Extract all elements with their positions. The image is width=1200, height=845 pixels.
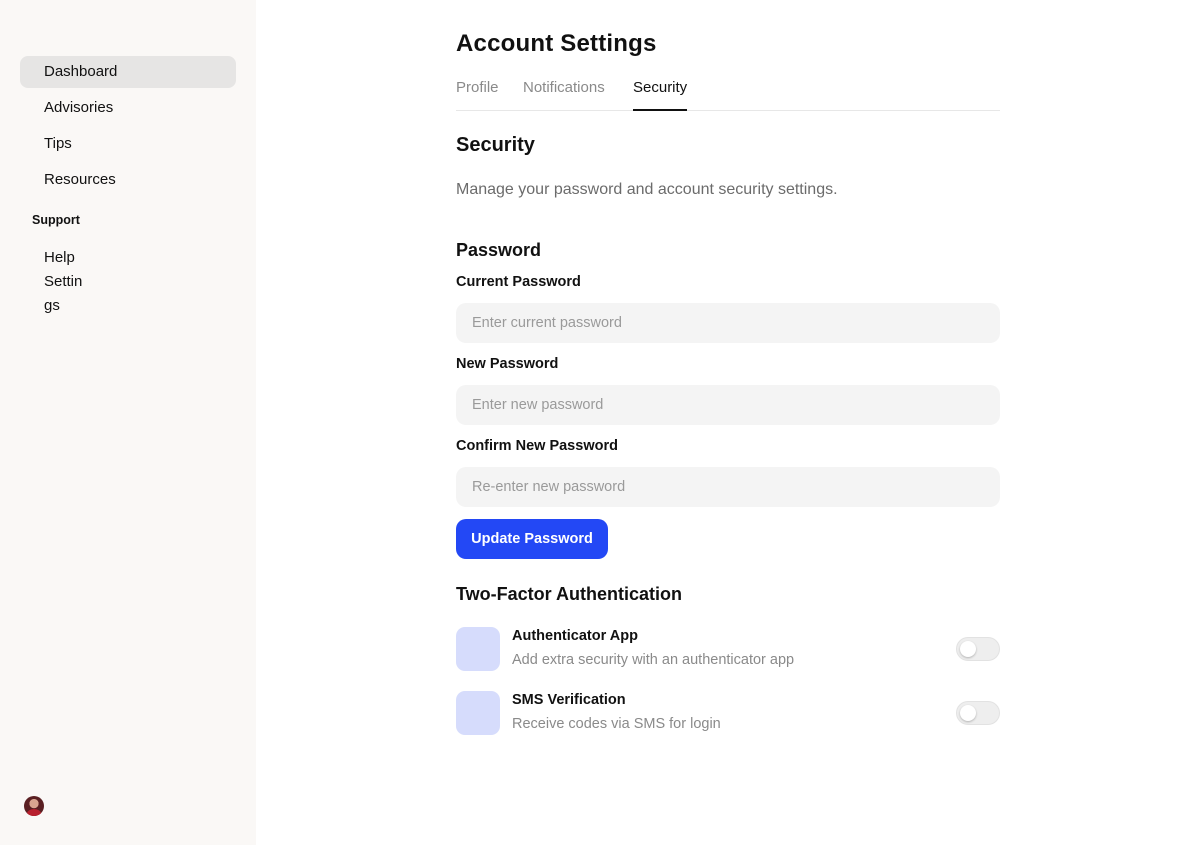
option-description: Add extra security with an authenticator…	[512, 652, 795, 668]
sms-verification-toggle[interactable]	[956, 701, 1000, 725]
update-password-button[interactable]: Update Password	[456, 519, 608, 559]
two-factor-section-title: Two-Factor Authentication	[456, 584, 682, 604]
two-factor-option-sms: SMS Verification Receive codes via SMS f…	[456, 691, 1000, 735]
option-name: Authenticator App	[512, 628, 638, 644]
toggle-knob	[960, 705, 976, 721]
sidebar-item-settings[interactable]: Settings	[44, 270, 84, 318]
sidebar-section-support: Support	[32, 213, 80, 227]
sidebar-item-help[interactable]: Help	[44, 246, 75, 270]
password-section-title: Password	[456, 240, 542, 260]
new-password-label: New Password	[456, 356, 559, 372]
sidebar-item-dashboard[interactable]: Dashboard	[20, 56, 236, 88]
settings-tabs: Profile Notifications Security	[456, 78, 1000, 111]
current-password-input[interactable]	[456, 303, 1000, 343]
section-description: Manage your password and account securit…	[456, 181, 838, 198]
authenticator-app-toggle[interactable]	[956, 637, 1000, 661]
sidebar-item-tips[interactable]: Tips	[20, 128, 236, 160]
sidebar-item-advisories[interactable]: Advisories	[20, 92, 236, 124]
current-password-label: Current Password	[456, 274, 581, 290]
tab-notifications[interactable]: Notifications	[523, 78, 605, 111]
sidebar-item-resources[interactable]: Resources	[20, 164, 236, 196]
confirm-password-label: Confirm New Password	[456, 438, 618, 454]
tab-security[interactable]: Security	[633, 78, 688, 111]
avatar[interactable]	[24, 796, 44, 816]
confirm-password-input[interactable]	[456, 467, 1000, 507]
option-description: Receive codes via SMS for login	[512, 716, 721, 732]
authenticator-app-icon	[456, 627, 500, 671]
option-name: SMS Verification	[512, 692, 626, 708]
tab-profile[interactable]: Profile	[456, 78, 499, 111]
sms-icon	[456, 691, 500, 735]
toggle-knob	[960, 641, 976, 657]
section-title: Security	[456, 134, 535, 156]
sidebar: Dashboard Advisories Tips Resources Supp…	[0, 0, 256, 845]
new-password-input[interactable]	[456, 385, 1000, 425]
page-title: Account Settings	[456, 30, 657, 57]
two-factor-option-authenticator: Authenticator App Add extra security wit…	[456, 627, 1000, 671]
